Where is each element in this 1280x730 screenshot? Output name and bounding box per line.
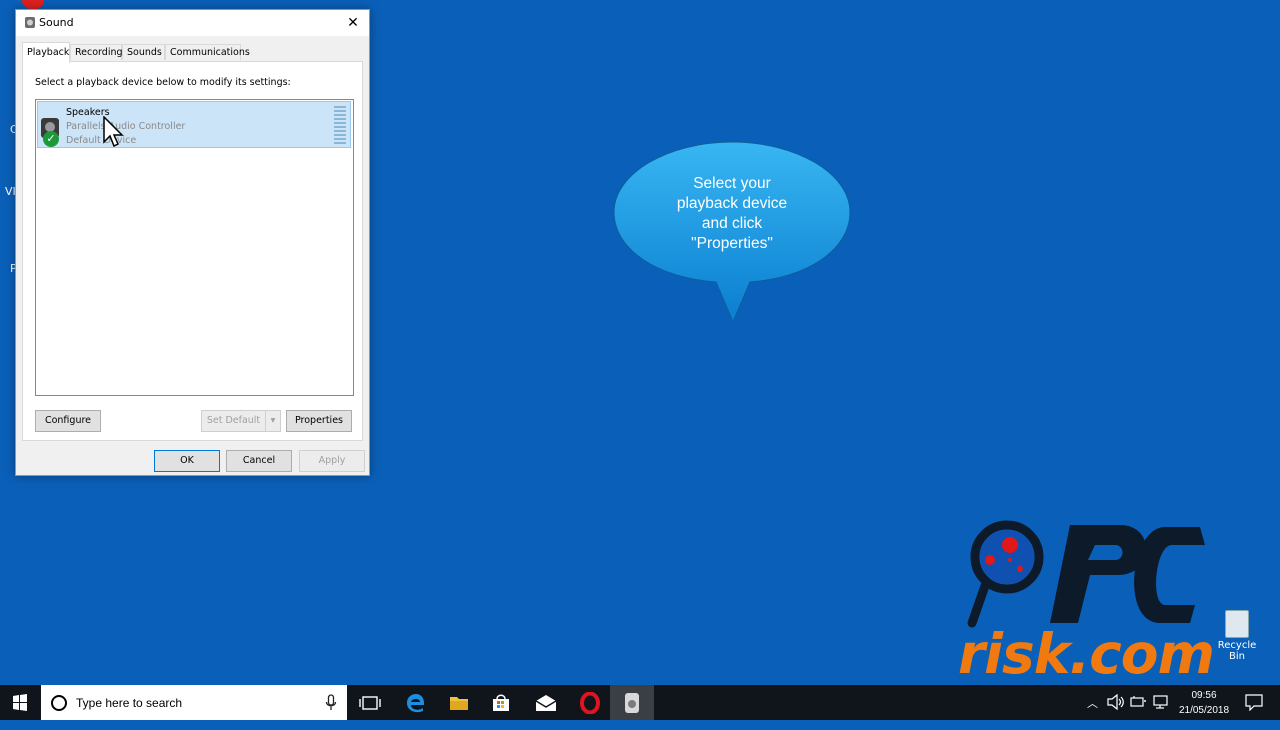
file-explorer-icon[interactable] (448, 692, 470, 714)
callout-line: Select your (693, 175, 771, 192)
taskbar-clock[interactable]: 09:56 21/05/2018 (1166, 688, 1242, 718)
power-icon[interactable] (1129, 694, 1147, 710)
tab-sounds[interactable]: Sounds (122, 44, 165, 60)
show-hidden-icons-chevron-icon[interactable]: ︿ (1087, 695, 1098, 730)
microphone-icon[interactable] (325, 694, 337, 711)
chevron-down-icon: ▾ (270, 415, 276, 426)
cortana-icon (51, 695, 67, 711)
close-button[interactable]: ✕ (343, 13, 363, 33)
mail-icon[interactable] (535, 692, 557, 714)
tab-communications[interactable]: Communications (165, 44, 250, 60)
clock-date: 21/05/2018 (1178, 705, 1230, 716)
opera-icon[interactable] (579, 692, 601, 714)
sound-taskbar-button[interactable] (610, 685, 654, 720)
configure-button[interactable]: Configure (35, 410, 101, 432)
recycle-bin-label: Recycle Bin (1217, 640, 1257, 662)
action-center-icon[interactable] (1245, 694, 1263, 711)
tab-playback[interactable]: Playback (22, 42, 70, 63)
set-default-dropdown[interactable]: ▾ (265, 410, 281, 432)
callout-line: "Properties" (691, 235, 773, 252)
callout-text: Select your playback device and click "P… (654, 174, 810, 254)
close-icon: ✕ (347, 15, 359, 31)
ok-button[interactable]: OK (154, 450, 220, 472)
volume-meter (334, 106, 346, 144)
title-bar[interactable]: Sound ✕ (16, 10, 369, 36)
recycle-bin-icon (1225, 610, 1249, 638)
list-item-speakers[interactable]: ✓ Speakers Parallels Audio Controller De… (37, 101, 351, 148)
volume-icon[interactable] (1107, 694, 1125, 710)
instruction-text: Select a playback device below to modify… (35, 77, 291, 88)
properties-button[interactable]: Properties (286, 410, 352, 432)
clock-time: 09:56 (1191, 690, 1217, 701)
store-icon[interactable] (490, 692, 512, 714)
recycle-bin[interactable]: Recycle Bin (1212, 610, 1262, 662)
device-controller: Parallels Audio Controller (66, 121, 186, 132)
callout-line: and click (701, 215, 763, 232)
speaker-app-icon (625, 693, 639, 713)
taskbar-search[interactable]: Type here to search (41, 685, 347, 720)
playback-panel: Select a playback device below to modify… (22, 61, 363, 441)
windows-start-icon[interactable] (0, 685, 40, 720)
sound-dialog: Sound ✕ Playback Recording Sounds Commun… (15, 9, 370, 476)
device-list[interactable]: ✓ Speakers Parallels Audio Controller De… (35, 99, 354, 396)
cancel-button[interactable]: Cancel (226, 450, 292, 472)
watermark-text: risk.com (958, 622, 1215, 686)
search-input[interactable]: Type here to search (76, 696, 182, 710)
desktop-app-icon-partial[interactable] (22, 0, 44, 9)
dialog-title: Sound (39, 16, 74, 29)
set-default-button[interactable]: Set Default (201, 410, 266, 432)
edge-icon[interactable] (404, 692, 426, 714)
speaker-icon (25, 17, 35, 28)
taskbar: Type here to search ︿ 09:56 21/05/2018 (0, 685, 1280, 720)
tab-recording[interactable]: Recording (70, 44, 123, 60)
default-check-icon: ✓ (43, 131, 59, 147)
mouse-cursor-icon (103, 116, 124, 148)
device-status: Default Device (66, 135, 137, 146)
callout-line: playback device (676, 195, 788, 212)
task-view-icon[interactable] (359, 692, 381, 714)
apply-button[interactable]: Apply (299, 450, 365, 472)
